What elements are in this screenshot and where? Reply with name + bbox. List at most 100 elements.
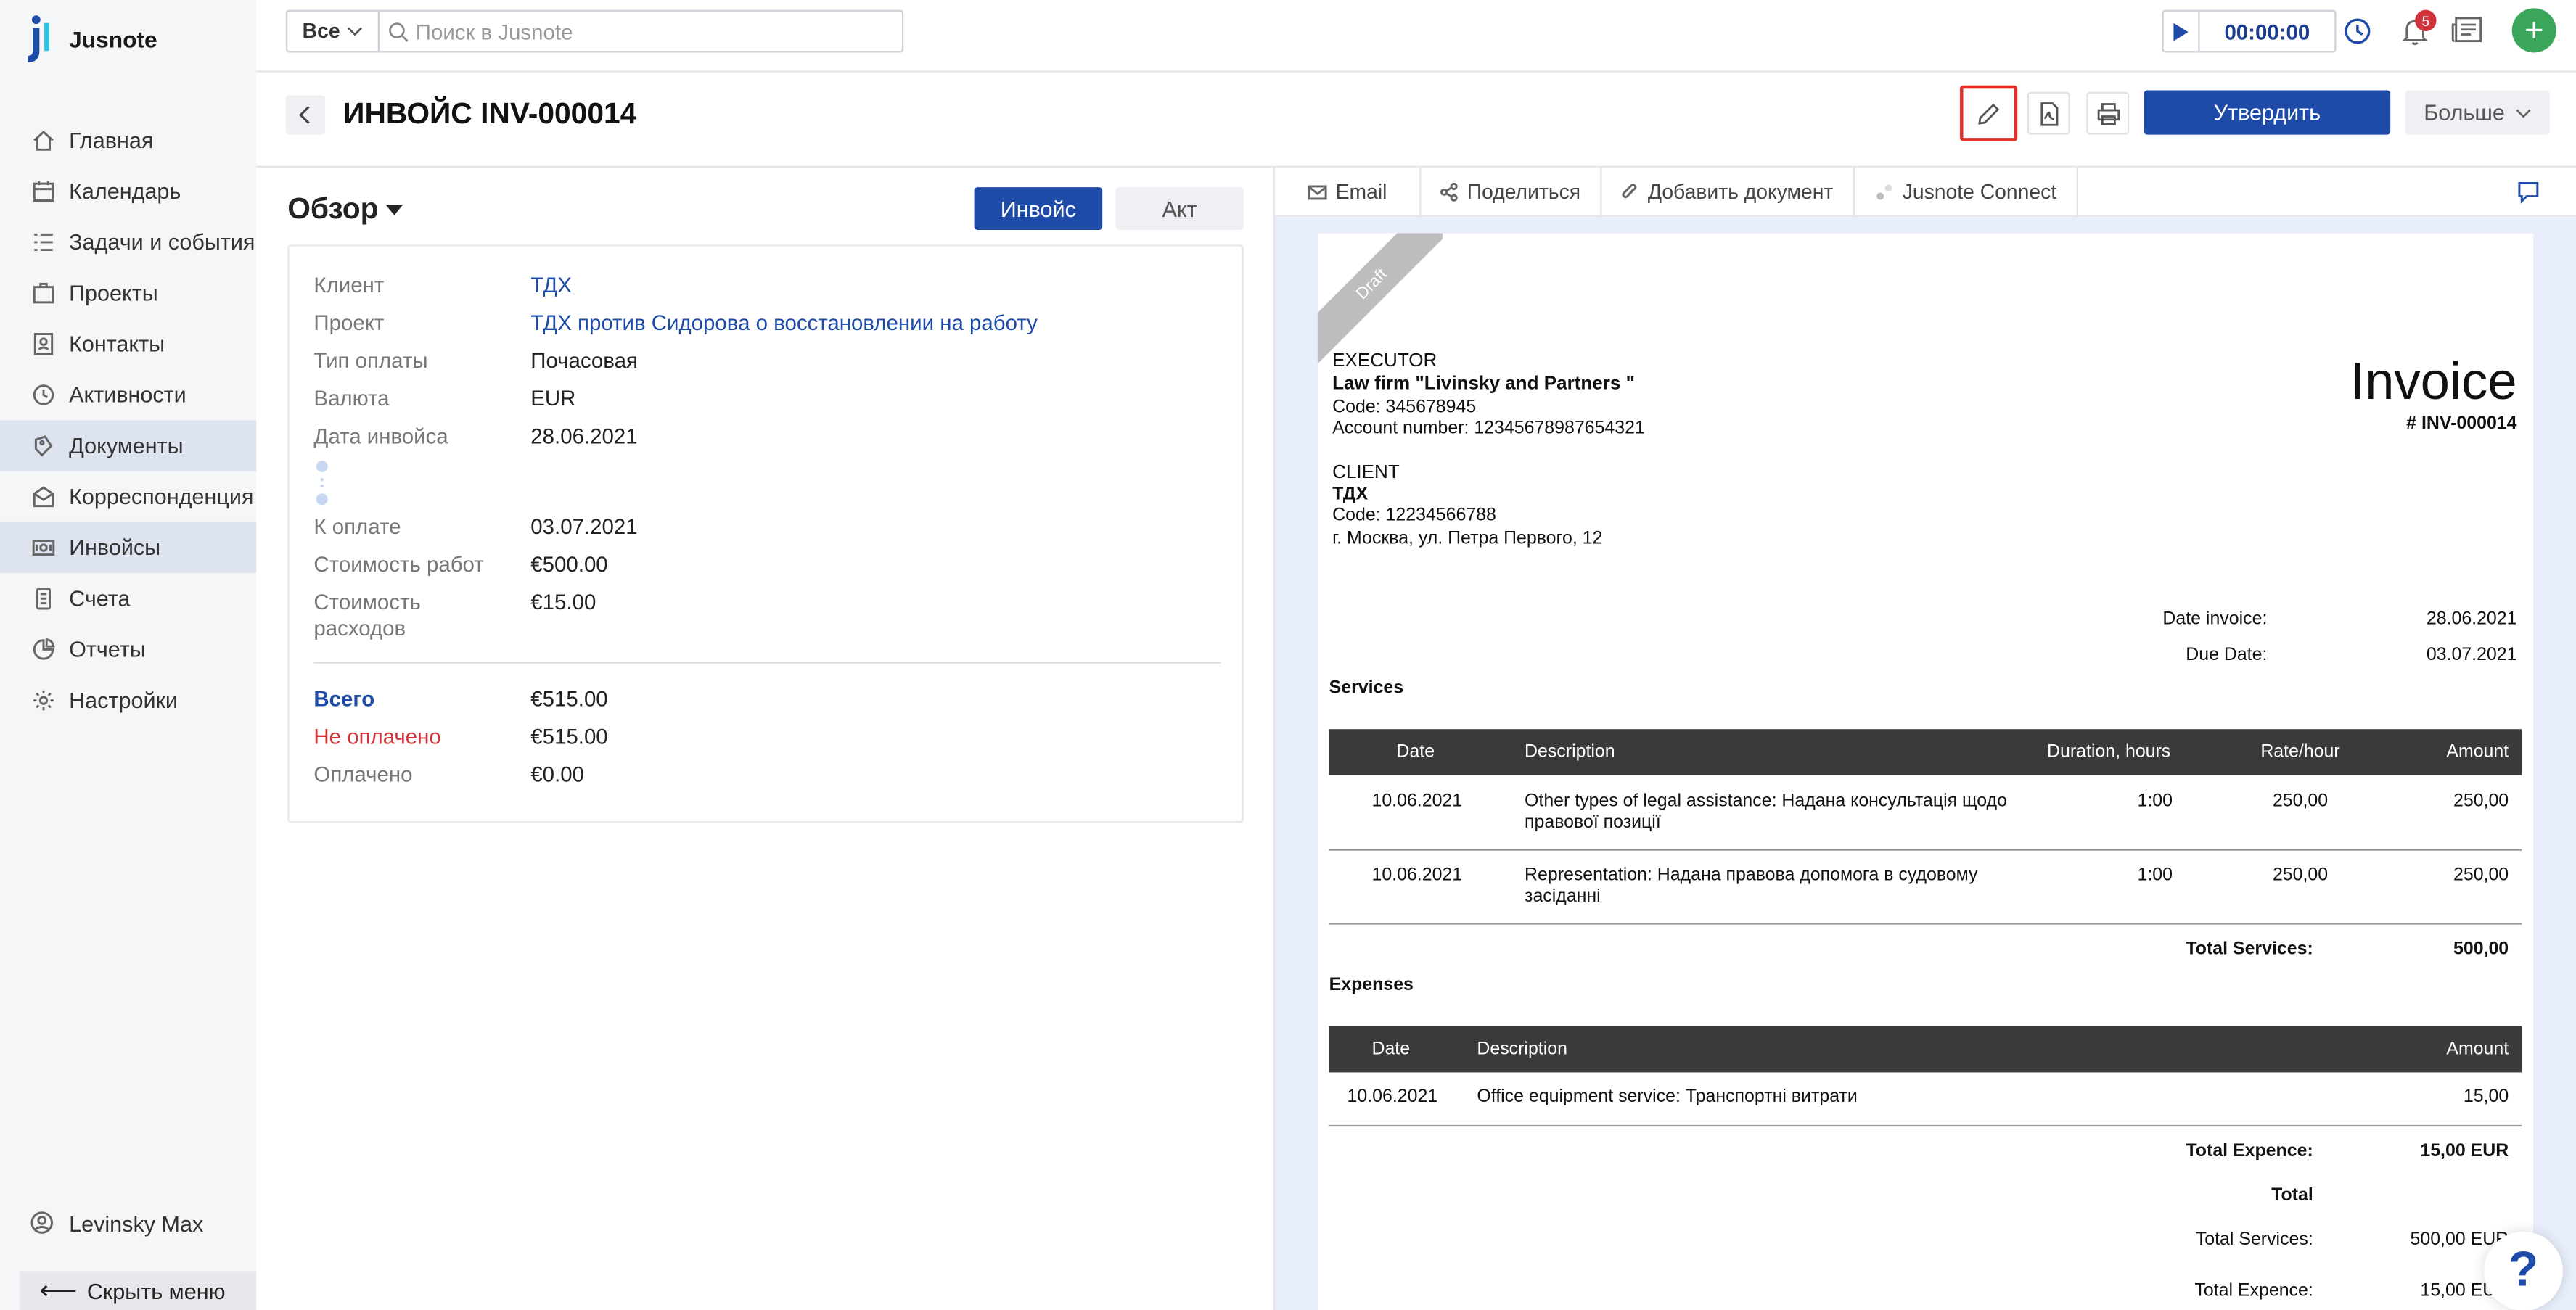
print-button[interactable] (2086, 91, 2130, 135)
user-profile[interactable]: Levinsky Max (30, 1211, 203, 1237)
executor-name: Law firm "Livinsky and Partners " (1332, 374, 1635, 395)
executor-account: Account number: 12345678987654321 (1332, 419, 1645, 439)
notification-badge: 5 (2415, 9, 2437, 32)
sidebar-item-1[interactable]: Главная (0, 115, 256, 165)
document-preview-pane: Email Поделиться Добавить документ Jusno… (1273, 167, 2576, 1310)
approve-button[interactable]: Утвердить (2144, 90, 2391, 135)
field-value: 28.06.2021 (530, 424, 638, 449)
field-value: 03.07.2021 (530, 514, 638, 539)
history-clock-icon[interactable] (2343, 17, 2373, 54)
jusnote-connect-button[interactable]: Jusnote Connect (1855, 167, 2078, 217)
envelope-icon (1308, 185, 1327, 200)
due-date-label: Due Date: (2186, 645, 2268, 665)
executor-code: Code: 345678945 (1332, 397, 1477, 418)
sum-expence-label: Total Expence: (2194, 1280, 2313, 1301)
sidebar-item-4[interactable]: Проекты (0, 268, 256, 318)
arrow-left-icon: ⟵ (39, 1277, 78, 1306)
sidebar-item-7[interactable]: Документы (0, 420, 257, 471)
sum-services-label: Total Services: (2195, 1229, 2313, 1250)
sidebar-nav: Главная Календарь Задачи и события Проекты К… (0, 115, 257, 726)
news-icon[interactable] (2451, 15, 2484, 52)
draft-label: Draft (1353, 265, 1391, 303)
grand-total-label: Total (2271, 1185, 2313, 1206)
sidebar-item-label: Контакты (69, 331, 165, 357)
col-date: Date (1371, 1039, 1411, 1060)
chevron-down-icon (2515, 108, 2530, 118)
sidebar-item-label: Отчеты (69, 637, 146, 662)
back-button[interactable] (285, 95, 326, 135)
date-invoice-value: 28.06.2021 (2426, 609, 2517, 630)
row-description: Office equipment service: Транспортні ви… (1477, 1087, 1858, 1107)
sidebar-item-11[interactable]: Отчеты (0, 624, 256, 675)
help-button[interactable]: ? (2484, 1232, 2563, 1310)
email-button[interactable]: Email (1288, 167, 1422, 217)
sidebar-item-10[interactable]: Счета (0, 573, 256, 624)
search-input[interactable] (409, 13, 902, 49)
pdf-button[interactable] (2027, 91, 2070, 135)
invoice-summary-card: Клиент ТДХ Проект ТДХ против Сидорова о … (287, 244, 1244, 823)
client-link[interactable]: ТДХ (530, 273, 572, 297)
paid-value: €0.00 (530, 762, 584, 787)
caret-down-icon (386, 204, 403, 215)
field-label: Дата инвойса (313, 424, 448, 449)
unpaid-label: Не оплачено (313, 724, 441, 749)
user-icon (30, 1211, 56, 1237)
field-label: Стоимость работ (313, 551, 484, 577)
table-row: 10.06.2021 Other types of legal assistan… (1329, 775, 2522, 849)
row-rate: 250,00 (2272, 791, 2329, 812)
add-document-button[interactable]: Добавить документ (1600, 167, 1855, 217)
sidebar-item-label: Главная (69, 128, 154, 153)
executor-label: EXECUTOR (1332, 351, 1437, 371)
sidebar-item-2[interactable]: Календарь (0, 166, 256, 217)
calendar-icon (30, 178, 56, 205)
comments-icon[interactable] (2517, 181, 2540, 212)
more-label: Больше (2424, 100, 2505, 125)
client-code: Code: 12234566788 (1332, 506, 1496, 526)
sidebar-item-9[interactable]: Инвойсы (0, 522, 257, 574)
sidebar-item-3[interactable]: Задачи и события (0, 217, 256, 268)
sidebar-item-label: Задачи и события (69, 229, 255, 255)
sidebar-item-5[interactable]: Контакты (0, 318, 256, 369)
col-description: Description (1477, 1039, 1567, 1060)
field-label: Клиент (313, 272, 385, 297)
tab-invoice[interactable]: Инвойс (974, 187, 1103, 230)
paperclip-icon (1622, 184, 1637, 199)
jusnote-connect-label: Jusnote Connect (1902, 181, 2057, 204)
add-icon[interactable]: + (2511, 8, 2556, 53)
play-icon[interactable] (2164, 11, 2200, 52)
project-link[interactable]: ТДХ против Сидорова о восстановлении на … (530, 310, 1038, 335)
sidebar-item-6[interactable]: Активности (0, 369, 256, 420)
sidebar-item-12[interactable]: Настройки (0, 675, 256, 726)
row-duration: 1:00 (2137, 791, 2173, 812)
edit-button[interactable] (1959, 85, 2018, 141)
sidebar-item-8[interactable]: Корреспонденция (0, 471, 256, 522)
link-icon (1876, 184, 1892, 200)
unpaid-value: €515.00 (530, 724, 608, 749)
row-amount: 15,00 (2463, 1087, 2509, 1107)
app-name: Jusnote (69, 26, 157, 53)
col-rate: Rate/hour (2260, 742, 2340, 762)
add-document-label: Добавить документ (1647, 181, 1834, 204)
share-button[interactable]: Поделиться (1419, 167, 1602, 217)
timer-value: 00:00:00 (2224, 19, 2310, 44)
timeline-dots (316, 460, 329, 509)
tab-act[interactable]: Акт (1115, 187, 1244, 230)
client-name: ТДХ (1332, 484, 1369, 505)
sidebar-item-label: Счета (69, 586, 131, 611)
search-bar: Все (285, 9, 904, 53)
row-date: 10.06.2021 (1371, 791, 1463, 812)
col-date: Date (1396, 742, 1435, 762)
overview-title: Обзор (287, 191, 379, 226)
logo[interactable]: Jusnote (23, 13, 157, 65)
tasks-icon (30, 229, 56, 255)
field-label: Стоимость расходов (313, 589, 421, 640)
email-label: Email (1335, 181, 1387, 204)
sidebar-item-label: Календарь (69, 178, 181, 204)
hide-menu-button[interactable]: ⟵ Скрыть меню (20, 1271, 257, 1310)
field-value: €500.00 (530, 551, 608, 577)
search-scope-select[interactable]: Все (287, 11, 380, 52)
overview-dropdown[interactable]: Обзор (287, 192, 403, 227)
more-button[interactable]: Больше (2405, 90, 2550, 135)
home-icon (30, 127, 56, 153)
page-title: ИНВОЙС INV-000014 (343, 96, 637, 130)
